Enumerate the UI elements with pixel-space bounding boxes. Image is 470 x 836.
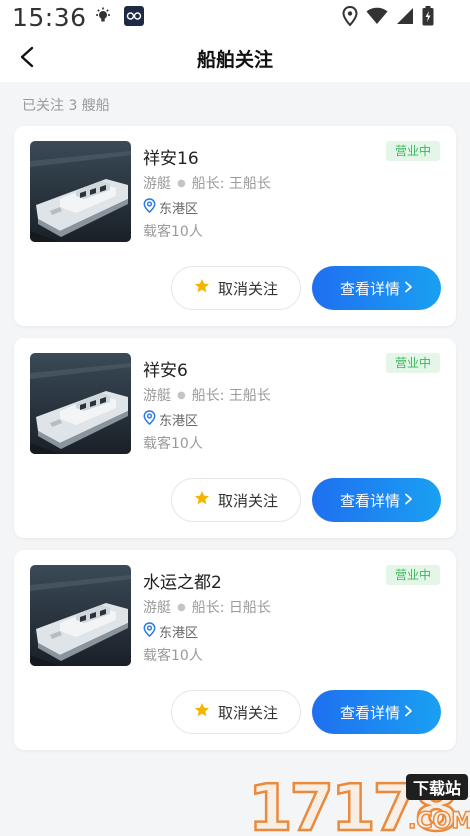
map-pin-icon — [143, 410, 156, 429]
status-right-icons — [342, 5, 434, 30]
chevron-right-icon — [404, 491, 413, 509]
unfollow-button[interactable]: 取消关注 — [171, 478, 301, 522]
star-icon — [194, 702, 210, 722]
location-text: 东港区 — [159, 202, 199, 217]
unfollow-button[interactable]: 取消关注 — [171, 266, 301, 310]
meta-separator: ● — [177, 177, 186, 189]
meta-separator: ● — [177, 389, 186, 401]
boat-photo[interactable] — [30, 353, 131, 454]
boat-name: 水运之都2 — [143, 573, 222, 593]
map-pin-icon — [143, 622, 156, 641]
watermark-site: 下载站 — [413, 779, 461, 798]
unfollow-label: 取消关注 — [217, 703, 278, 722]
cell-signal-icon — [396, 7, 414, 29]
boat-captain: 船长: 日船长 — [191, 600, 271, 616]
map-pin-icon — [143, 198, 156, 217]
boat-card[interactable]: 祥安6 营业中 游艇 ● 船长: 王船长 东港区 载客10人 取消关注 查看详情 — [14, 338, 456, 538]
boat-capacity: 载客10人 — [143, 436, 203, 452]
battery-icon — [422, 6, 434, 30]
boat-captain: 船长: 王船长 — [191, 388, 271, 404]
status-badge: 营业中 — [385, 353, 440, 373]
view-details-label: 查看详情 — [339, 491, 400, 510]
unfollow-label: 取消关注 — [217, 279, 278, 298]
star-icon — [194, 278, 210, 298]
boat-capacity: 载客10人 — [143, 648, 203, 664]
boat-location: 东港区 — [143, 622, 198, 641]
status-bar: 15:36 — [0, 0, 470, 36]
view-details-button[interactable]: 查看详情 — [312, 266, 441, 310]
unfollow-label: 取消关注 — [217, 491, 278, 510]
boat-location: 东港区 — [143, 410, 198, 429]
location-pin-icon — [342, 5, 358, 30]
boat-name: 祥安6 — [143, 361, 188, 381]
status-badge: 营业中 — [385, 565, 440, 585]
boat-type: 游艇 — [143, 176, 171, 192]
status-left-icons — [94, 6, 144, 30]
page-title: 船舶关注 — [196, 49, 273, 71]
site-watermark: 17178 下载站 .COM — [246, 770, 470, 836]
view-details-button[interactable]: 查看详情 — [312, 478, 441, 522]
chevron-right-icon — [404, 279, 413, 297]
boat-capacity: 载客10人 — [143, 224, 203, 240]
boat-photo[interactable] — [30, 141, 131, 242]
status-time: 15:36 — [12, 3, 87, 32]
location-text: 东港区 — [159, 414, 199, 429]
boat-type: 游艇 — [143, 388, 171, 404]
page-header: 船舶关注 — [0, 36, 470, 82]
boat-card[interactable]: 水运之都2 营业中 游艇 ● 船长: 日船长 东港区 载客10人 取消关注 查看… — [14, 550, 456, 750]
boat-type: 游艇 — [143, 600, 171, 616]
status-badge: 营业中 — [385, 141, 440, 161]
boat-card[interactable]: 祥安16 营业中 游艇 ● 船长: 王船长 东港区 载客10人 取消关注 查看详… — [14, 126, 456, 326]
lightbulb-icon — [94, 7, 112, 29]
view-details-button[interactable]: 查看详情 — [312, 690, 441, 734]
star-icon — [194, 490, 210, 510]
boat-name: 祥安16 — [143, 149, 199, 169]
app-notification-icon — [124, 6, 144, 30]
chevron-right-icon — [404, 703, 413, 721]
location-text: 东港区 — [159, 626, 199, 641]
view-details-label: 查看详情 — [339, 703, 400, 722]
follow-count-label: 已关注 3 艘船 — [22, 98, 110, 114]
boat-meta: 游艇 ● 船长: 王船长 — [143, 173, 271, 193]
view-details-label: 查看详情 — [339, 279, 400, 298]
wifi-icon — [366, 7, 388, 29]
boat-meta: 游艇 ● 船长: 王船长 — [143, 385, 271, 405]
meta-separator: ● — [177, 601, 186, 613]
unfollow-button[interactable]: 取消关注 — [171, 690, 301, 734]
boat-captain: 船长: 王船长 — [191, 176, 271, 192]
boat-location: 东港区 — [143, 198, 198, 217]
boat-meta: 游艇 ● 船长: 日船长 — [143, 597, 271, 617]
boat-photo[interactable] — [30, 565, 131, 666]
watermark-domain: .COM — [408, 809, 470, 834]
